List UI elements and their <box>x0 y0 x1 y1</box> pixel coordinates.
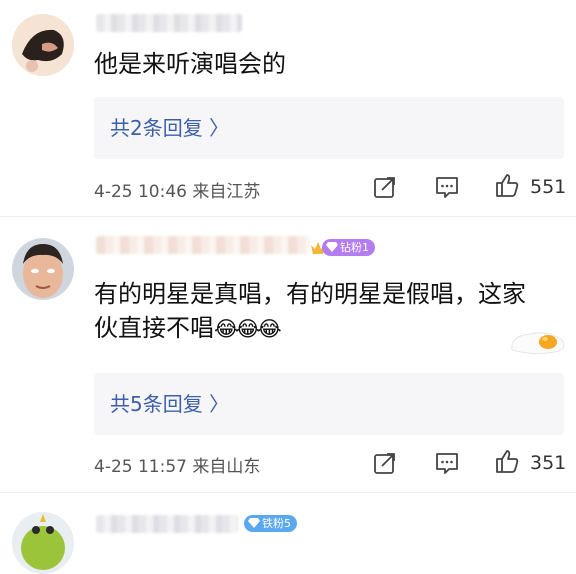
comment-text: 他是来听演唱会的 <box>94 50 286 78</box>
replies-button[interactable]: 共2条回复 〉 <box>94 97 564 159</box>
avatar[interactable] <box>12 512 74 574</box>
username-blurred[interactable] <box>96 14 242 32</box>
fan-badge[interactable]: 钻粉1 <box>322 239 375 256</box>
thumbs-up-icon[interactable] <box>494 448 520 474</box>
comment-meta: 4-25 11:57 来自山东 <box>94 457 261 477</box>
thumbs-up-icon[interactable] <box>494 172 520 198</box>
comment-text-line2: 伙直接不唱😂😂😂 <box>94 310 282 347</box>
comment-icon[interactable] <box>434 450 460 476</box>
replies-label: 共2条回复 〉 <box>110 116 230 140</box>
replies-label: 共5条回复 〉 <box>110 392 230 416</box>
like-count: 551 <box>530 176 567 198</box>
avatar-image <box>12 512 74 574</box>
avatar-image <box>12 14 74 76</box>
share-icon[interactable] <box>372 174 398 200</box>
laugh-emoji: 😂😂😂 <box>214 317 282 341</box>
diamond-icon <box>247 516 261 530</box>
badge-label: 钻粉1 <box>340 241 369 254</box>
like-count: 351 <box>530 452 567 474</box>
comment-text-line1: 有的明星是真唱，有的明星是假唱，这家 <box>94 280 526 308</box>
replies-button[interactable]: 共5条回复 〉 <box>94 373 564 435</box>
share-icon[interactable] <box>372 450 398 476</box>
avatar[interactable] <box>12 238 74 300</box>
badge-label: 铁粉5 <box>262 517 291 530</box>
divider <box>0 216 576 217</box>
divider <box>0 492 576 493</box>
avatar[interactable] <box>12 14 74 76</box>
avatar-image <box>12 238 74 300</box>
fried-egg-icon <box>508 328 568 356</box>
comment-text-line2-text: 伙直接不唱 <box>94 314 214 342</box>
fan-badge[interactable]: 铁粉5 <box>244 515 297 532</box>
comment-icon[interactable] <box>434 174 460 200</box>
diamond-icon <box>325 240 339 254</box>
username-blurred[interactable] <box>96 515 238 533</box>
username-blurred[interactable] <box>96 236 310 254</box>
comment-meta: 4-25 10:46 来自江苏 <box>94 182 261 202</box>
